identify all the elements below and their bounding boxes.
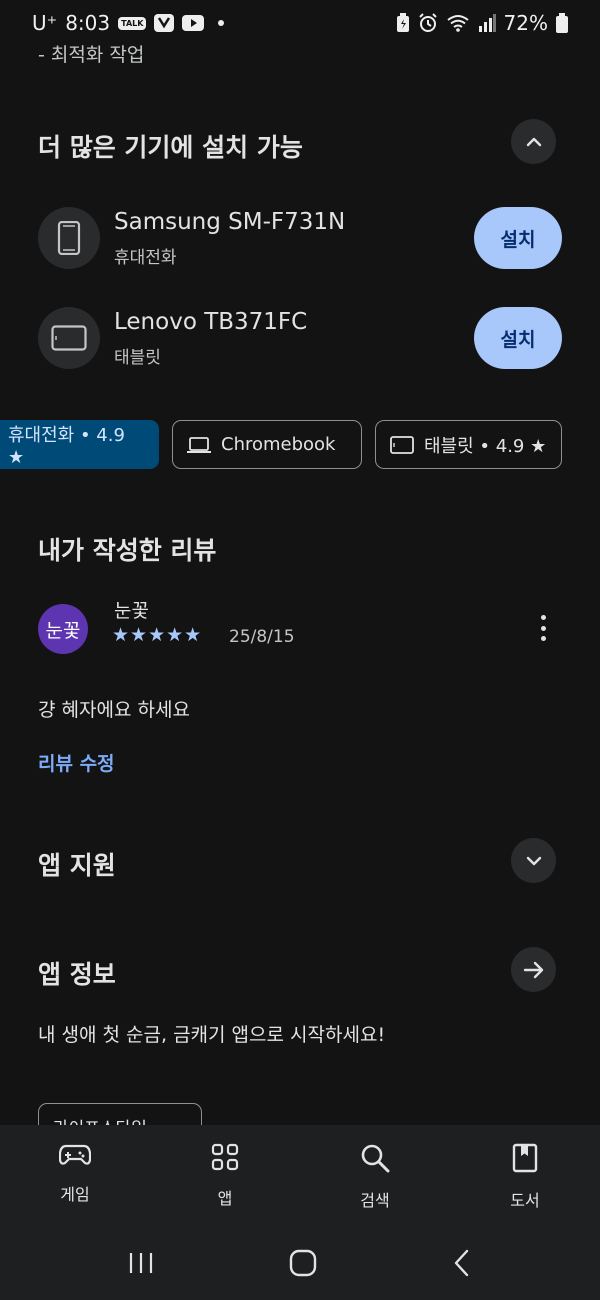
chip-label: 태블릿 • 4.9 ★ (424, 435, 547, 457)
nav-label: 도서 (510, 1191, 540, 1210)
chevron-down-icon (526, 856, 541, 865)
device-type: 태블릿 (114, 347, 161, 368)
battery-percent: 72% (503, 11, 548, 35)
nav-search[interactable]: 검색 (300, 1125, 450, 1230)
chevron-up-icon (526, 137, 541, 146)
system-nav-bar (0, 1230, 600, 1300)
home-icon[interactable] (289, 1249, 317, 1281)
nav-label: 앱 (217, 1189, 233, 1208)
install-section-title: 더 많은 기기에 설치 가능 (38, 133, 303, 162)
device-name: Lenovo TB371FC (114, 308, 308, 335)
install-button[interactable]: 설치 (474, 307, 562, 369)
youtube-icon (182, 15, 205, 31)
alarm-icon (418, 13, 438, 33)
device-row-samsung: Samsung SM-F731N 휴대전화 설치 (38, 206, 562, 270)
laptop-icon (187, 436, 211, 453)
bottom-nav: 게임 앱 검색 도서 (0, 1125, 600, 1230)
book-icon (512, 1143, 538, 1173)
tablet-icon (38, 307, 100, 369)
chip-tablet[interactable]: 태블릿 • 4.9 ★ (375, 420, 562, 469)
chip-label: 휴대전화 • 4.9 ★ (8, 425, 125, 468)
app-description: 내 생애 첫 순금, 금캐기 앱으로 시작하세요! (38, 1024, 386, 1046)
device-name: Samsung SM-F731N (114, 208, 346, 235)
app-support-title: 앱 지원 (38, 851, 116, 880)
edit-review-link[interactable]: 리뷰 수정 (38, 749, 115, 776)
chip-chromebook[interactable]: Chromebook (172, 420, 362, 469)
avatar: 눈꽃 (38, 604, 88, 654)
nav-games[interactable]: 게임 (0, 1125, 150, 1230)
review-body: 걍 혜자에요 하세요 (38, 699, 190, 721)
status-time: 8:03 (65, 11, 111, 35)
nav-label: 검색 (360, 1191, 390, 1210)
nav-books[interactable]: 도서 (450, 1125, 600, 1230)
top-text: - 최적화 작업 (38, 44, 145, 66)
recent-apps-icon[interactable] (128, 1251, 154, 1279)
notification-dot-icon (218, 20, 225, 26)
search-icon (361, 1144, 390, 1173)
apps-grid-icon (211, 1143, 239, 1171)
kakaotalk-icon: TALK (118, 16, 147, 30)
tablet-icon (390, 435, 414, 454)
device-row-lenovo: Lenovo TB371FC 태블릿 설치 (38, 306, 562, 370)
app-info-title: 앱 정보 (38, 960, 116, 989)
reviewer-name: 눈꽃 (114, 600, 149, 622)
chip-label: Chromebook (221, 434, 336, 455)
battery-icon (556, 13, 568, 33)
chip-phone[interactable]: 휴대전화 • 4.9 ★ (0, 420, 159, 469)
app-notification-icon (154, 14, 175, 32)
battery-saver-icon (396, 13, 410, 33)
rating-stars: ★★★★★ (112, 624, 203, 646)
review-date: 25/8/15 (229, 627, 295, 647)
arrow-right-icon (523, 961, 543, 978)
device-type: 휴대전화 (114, 247, 177, 268)
collapse-button[interactable] (511, 119, 556, 164)
nav-label: 게임 (60, 1185, 90, 1204)
install-button[interactable]: 설치 (474, 207, 562, 269)
phone-icon (38, 207, 100, 269)
wifi-icon (446, 14, 470, 32)
signal-icon (478, 14, 496, 32)
nav-apps[interactable]: 앱 (150, 1125, 300, 1230)
back-icon[interactable] (452, 1249, 472, 1281)
expand-app-support-button[interactable] (511, 838, 556, 883)
more-options-icon[interactable] (531, 612, 555, 644)
app-info-button[interactable] (511, 947, 556, 992)
carrier-label: U⁺ (32, 11, 58, 35)
my-review-title: 내가 작성한 리뷰 (38, 536, 217, 565)
gamepad-icon (59, 1144, 91, 1165)
